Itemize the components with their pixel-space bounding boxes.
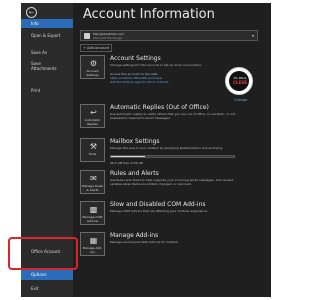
chevron-down-icon: ▾ xyxy=(251,33,254,38)
sidebar-item-open-export[interactable]: Open & Export xyxy=(21,33,73,38)
manage-addins-section: ▦ Manage Add-ins Manage Add-ins Manage a… xyxy=(80,232,263,260)
section-heading: Account Settings xyxy=(110,55,161,62)
sidebar-item-options[interactable]: Options xyxy=(21,270,73,280)
section-heading: Automatic Replies (Out of Office) xyxy=(110,104,209,111)
page-title: Account Information xyxy=(83,7,215,22)
manage-com-addins-button[interactable]: ▩ Manage COM Add-ins xyxy=(80,201,105,225)
mailbox-tools-button[interactable]: ⚒ Tools xyxy=(80,138,105,162)
section-heading: Mailbox Settings xyxy=(110,138,160,145)
sidebar-item-print[interactable]: Print xyxy=(21,88,73,93)
options-highlight-annotation xyxy=(8,237,78,270)
gear-person-icon: ⚙ xyxy=(89,59,98,68)
account-selector[interactable]: Mary@deathtax.com Microsoft Exchange ▾ xyxy=(80,30,258,41)
automatic-replies-section: ↩ Automatic Replies Automatic Replies (O… xyxy=(80,104,263,134)
auto-reply-icon: ↩ xyxy=(90,108,97,117)
manage-addins-button[interactable]: ▦ Manage Add-ins xyxy=(80,232,105,256)
section-heading: Manage Add-ins xyxy=(110,232,159,239)
add-account-button[interactable]: + Add Account xyxy=(80,44,113,52)
com-addins-section: ▩ Manage COM Add-ins Slow and Disabled C… xyxy=(80,201,263,229)
rules-alerts-section: ✉ Manage Rules & Alerts Rules and Alerts… xyxy=(80,170,263,198)
account-settings-button[interactable]: ⚙ Account Settings xyxy=(80,55,105,79)
automatic-replies-button[interactable]: ↩ Automatic Replies xyxy=(80,104,105,128)
tools-icon: ⚒ xyxy=(89,142,98,151)
mailbox-usage-bar xyxy=(110,155,235,158)
sidebar-item-info[interactable]: Info xyxy=(21,19,73,28)
section-description: Use Rules and Alerts to help organize yo… xyxy=(110,178,234,186)
manage-rules-button[interactable]: ✉ Manage Rules & Alerts xyxy=(80,170,105,194)
mailbox-usage-fill xyxy=(111,156,146,157)
section-description: Manage and acquire Web Add-ins for Outlo… xyxy=(110,240,179,244)
profile-photo: ST. PAUL CLEVE xyxy=(225,67,253,95)
section-description: Change settings for this account or set … xyxy=(110,63,202,67)
section-description: Manage the size of your mailbox by empty… xyxy=(110,146,224,150)
rules-icon: ✉ xyxy=(90,174,97,183)
mail-account-icon xyxy=(84,33,90,39)
account-type: Microsoft Exchange xyxy=(93,36,123,40)
mailbox-settings-section: ⚒ Tools Mailbox Settings Manage the size… xyxy=(80,138,263,168)
change-photo-link[interactable]: Change xyxy=(234,98,247,102)
section-heading: Rules and Alerts xyxy=(110,170,159,177)
addin-store-icon: ▦ xyxy=(89,236,98,245)
back-arrow-icon[interactable]: ← xyxy=(26,7,37,18)
sidebar-item-save-as[interactable]: Save As xyxy=(21,50,73,55)
profile-logo: ST. PAUL CLEVE xyxy=(229,71,249,91)
mailbox-usage-text: 96.5 GB free of 99 GB xyxy=(110,161,143,165)
section-description: Manage COM add-ins that are affecting yo… xyxy=(110,209,208,213)
section-description: Use automatic replies to notify others t… xyxy=(110,112,236,120)
section-heading: Slow and Disabled COM Add-ins xyxy=(110,201,206,208)
sidebar-item-exit[interactable]: Exit xyxy=(21,286,73,291)
mobile-app-link[interactable]: Get the Outlook app for iOS or Android. xyxy=(110,80,169,84)
com-addin-icon: ▩ xyxy=(89,205,98,214)
sidebar-item-save-attachments[interactable]: Save Attachments xyxy=(21,61,73,71)
